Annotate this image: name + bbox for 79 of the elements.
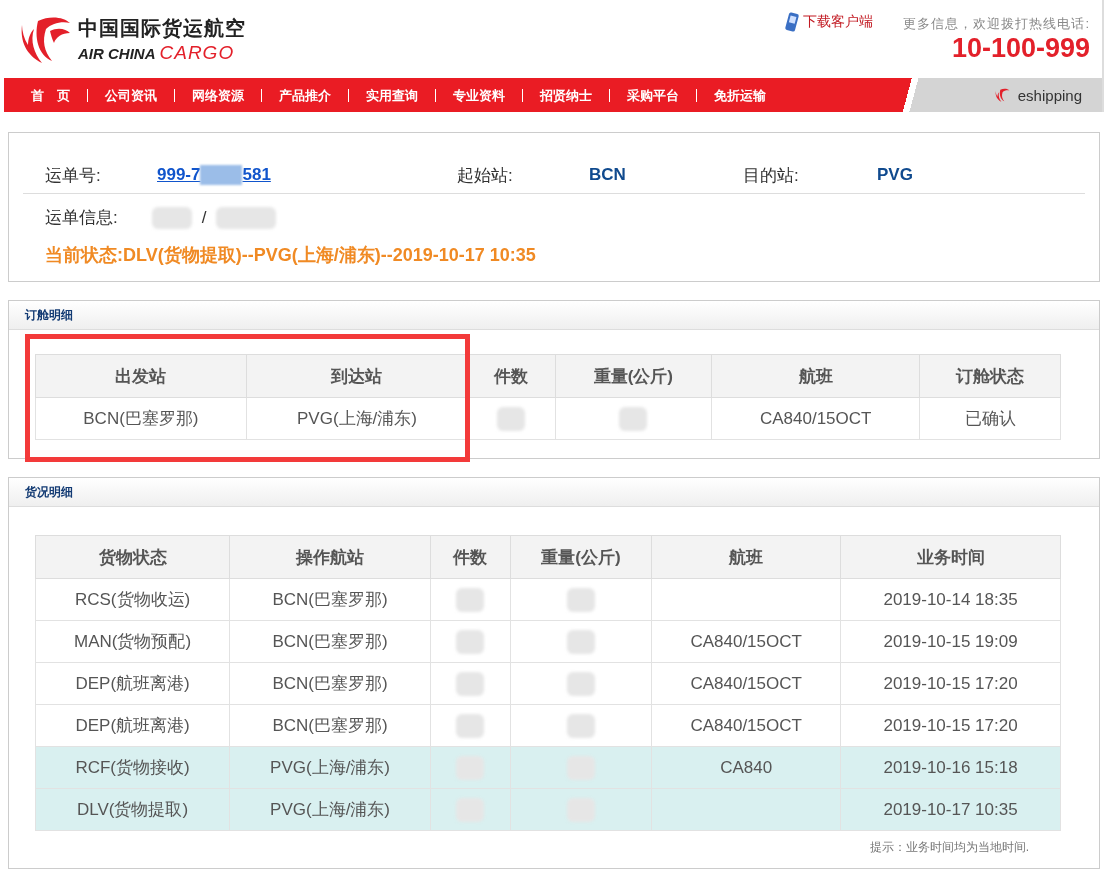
redaction-blur (566, 713, 595, 738)
table-cell: BCN(巴塞罗那) (229, 578, 431, 621)
redaction-blur (566, 629, 595, 654)
table-cell: MAN(货物预配) (35, 620, 230, 663)
download-link[interactable]: 下载客户端 (784, 11, 874, 33)
redaction-blur (456, 671, 485, 696)
nav-item[interactable]: 招贤纳士 (522, 88, 609, 102)
separator-text: / (201, 207, 207, 228)
redaction-blur (497, 406, 526, 431)
nav-item[interactable]: 公司资讯 (87, 88, 174, 102)
table-cell: CA840/15OCT (651, 620, 841, 663)
table-cell: CA840 (651, 746, 841, 789)
table-cell: BCN(巴塞罗那) (229, 662, 431, 705)
column-header: 货物状态 (35, 535, 230, 579)
column-header: 到达站 (246, 354, 468, 398)
redaction-blur (456, 713, 485, 738)
nav-item[interactable]: 采购平台 (609, 88, 696, 102)
nav-item[interactable]: 免折运输 (696, 88, 783, 102)
nav-item[interactable]: 产品推介 (261, 88, 348, 102)
redaction-blur (151, 206, 192, 229)
column-header: 航班 (711, 354, 920, 398)
table-cell: 2019-10-15 17:20 (840, 704, 1061, 747)
hotline-label: 更多信息，欢迎拨打热线电话: (903, 14, 1090, 33)
table-cell: DEP(航班离港) (35, 704, 230, 747)
table-cell: 2019-10-15 19:09 (840, 620, 1061, 663)
current-status: 当前状态:DLV(货物提取)--PVG(上海/浦东)--2019-10-17 10:35 (44, 244, 537, 267)
column-header: 业务时间 (840, 535, 1061, 579)
column-header: 航班 (651, 535, 841, 579)
nav-item[interactable]: 网络资源 (174, 88, 261, 102)
field-value: PVG (877, 165, 914, 185)
column-header: 重量(公斤) (510, 535, 652, 579)
table-cell: DEP(航班离港) (35, 662, 230, 705)
redaction-blur (566, 587, 595, 612)
field-label: 目的站: (743, 164, 800, 187)
column-header: 订舱状态 (919, 354, 1061, 398)
field-label: 运单信息: (45, 207, 118, 229)
waybill-link[interactable]: 999-7 581 (157, 165, 457, 185)
redaction-blur (456, 587, 485, 612)
brand-name: AIR CHINA (78, 44, 156, 62)
column-header: 操作航站 (229, 535, 431, 579)
field-label: 起始站: (457, 164, 514, 187)
column-header: 件数 (430, 535, 511, 579)
redaction-blur (200, 165, 243, 185)
table-cell: PVG(上海/浦东) (229, 788, 431, 831)
table-cell: PVG(上海/浦东) (229, 746, 431, 789)
table-cell: 2019-10-17 10:35 (840, 788, 1061, 831)
nav-item[interactable]: 首 页 (14, 88, 87, 102)
table-cell: 2019-10-16 15:18 (840, 746, 1061, 789)
field-value: BCN (589, 165, 627, 185)
brand-name: CARGO (159, 41, 235, 64)
table-cell: PVG(上海/浦东) (246, 397, 468, 440)
eshipping-link[interactable]: eshipping (993, 78, 1082, 112)
nav-item[interactable]: 实用查询 (348, 88, 435, 102)
redaction-blur (456, 629, 485, 654)
table-cell: BCN(巴塞罗那) (229, 704, 431, 747)
nav-item[interactable]: 专业资料 (435, 88, 522, 102)
table-cell: CA840/15OCT (711, 397, 920, 440)
column-header: 重量(公斤) (555, 354, 712, 398)
table-cell: DLV(货物提取) (35, 788, 230, 831)
table-cell: 2019-10-15 17:20 (840, 662, 1061, 705)
note-text: 提示：业务时间均为当地时间. (868, 839, 1030, 856)
redaction-blur (619, 406, 648, 431)
table-cell: CA840/15OCT (651, 704, 841, 747)
column-header: 件数 (467, 354, 556, 398)
table-cell: BCN(巴塞罗那) (35, 397, 247, 440)
table-cell: CA840/15OCT (651, 662, 841, 705)
table-cell: BCN(巴塞罗那) (229, 620, 431, 663)
column-header: 出发站 (35, 354, 247, 398)
table-cell: 2019-10-14 18:35 (840, 578, 1061, 621)
hotline-number: 10-100-999 (951, 32, 1090, 64)
redaction-blur (566, 671, 595, 696)
redaction-blur (216, 206, 277, 229)
table-cell: RCF(货物接收) (35, 746, 230, 789)
phone-icon (784, 11, 801, 33)
brand-name: 中国国际货运航空 (78, 15, 246, 41)
table-cell: 已确认 (919, 397, 1061, 440)
field-label: 运单号: (45, 164, 102, 187)
logo-icon (993, 86, 1010, 104)
table-cell: RCS(货物收运) (35, 578, 230, 621)
